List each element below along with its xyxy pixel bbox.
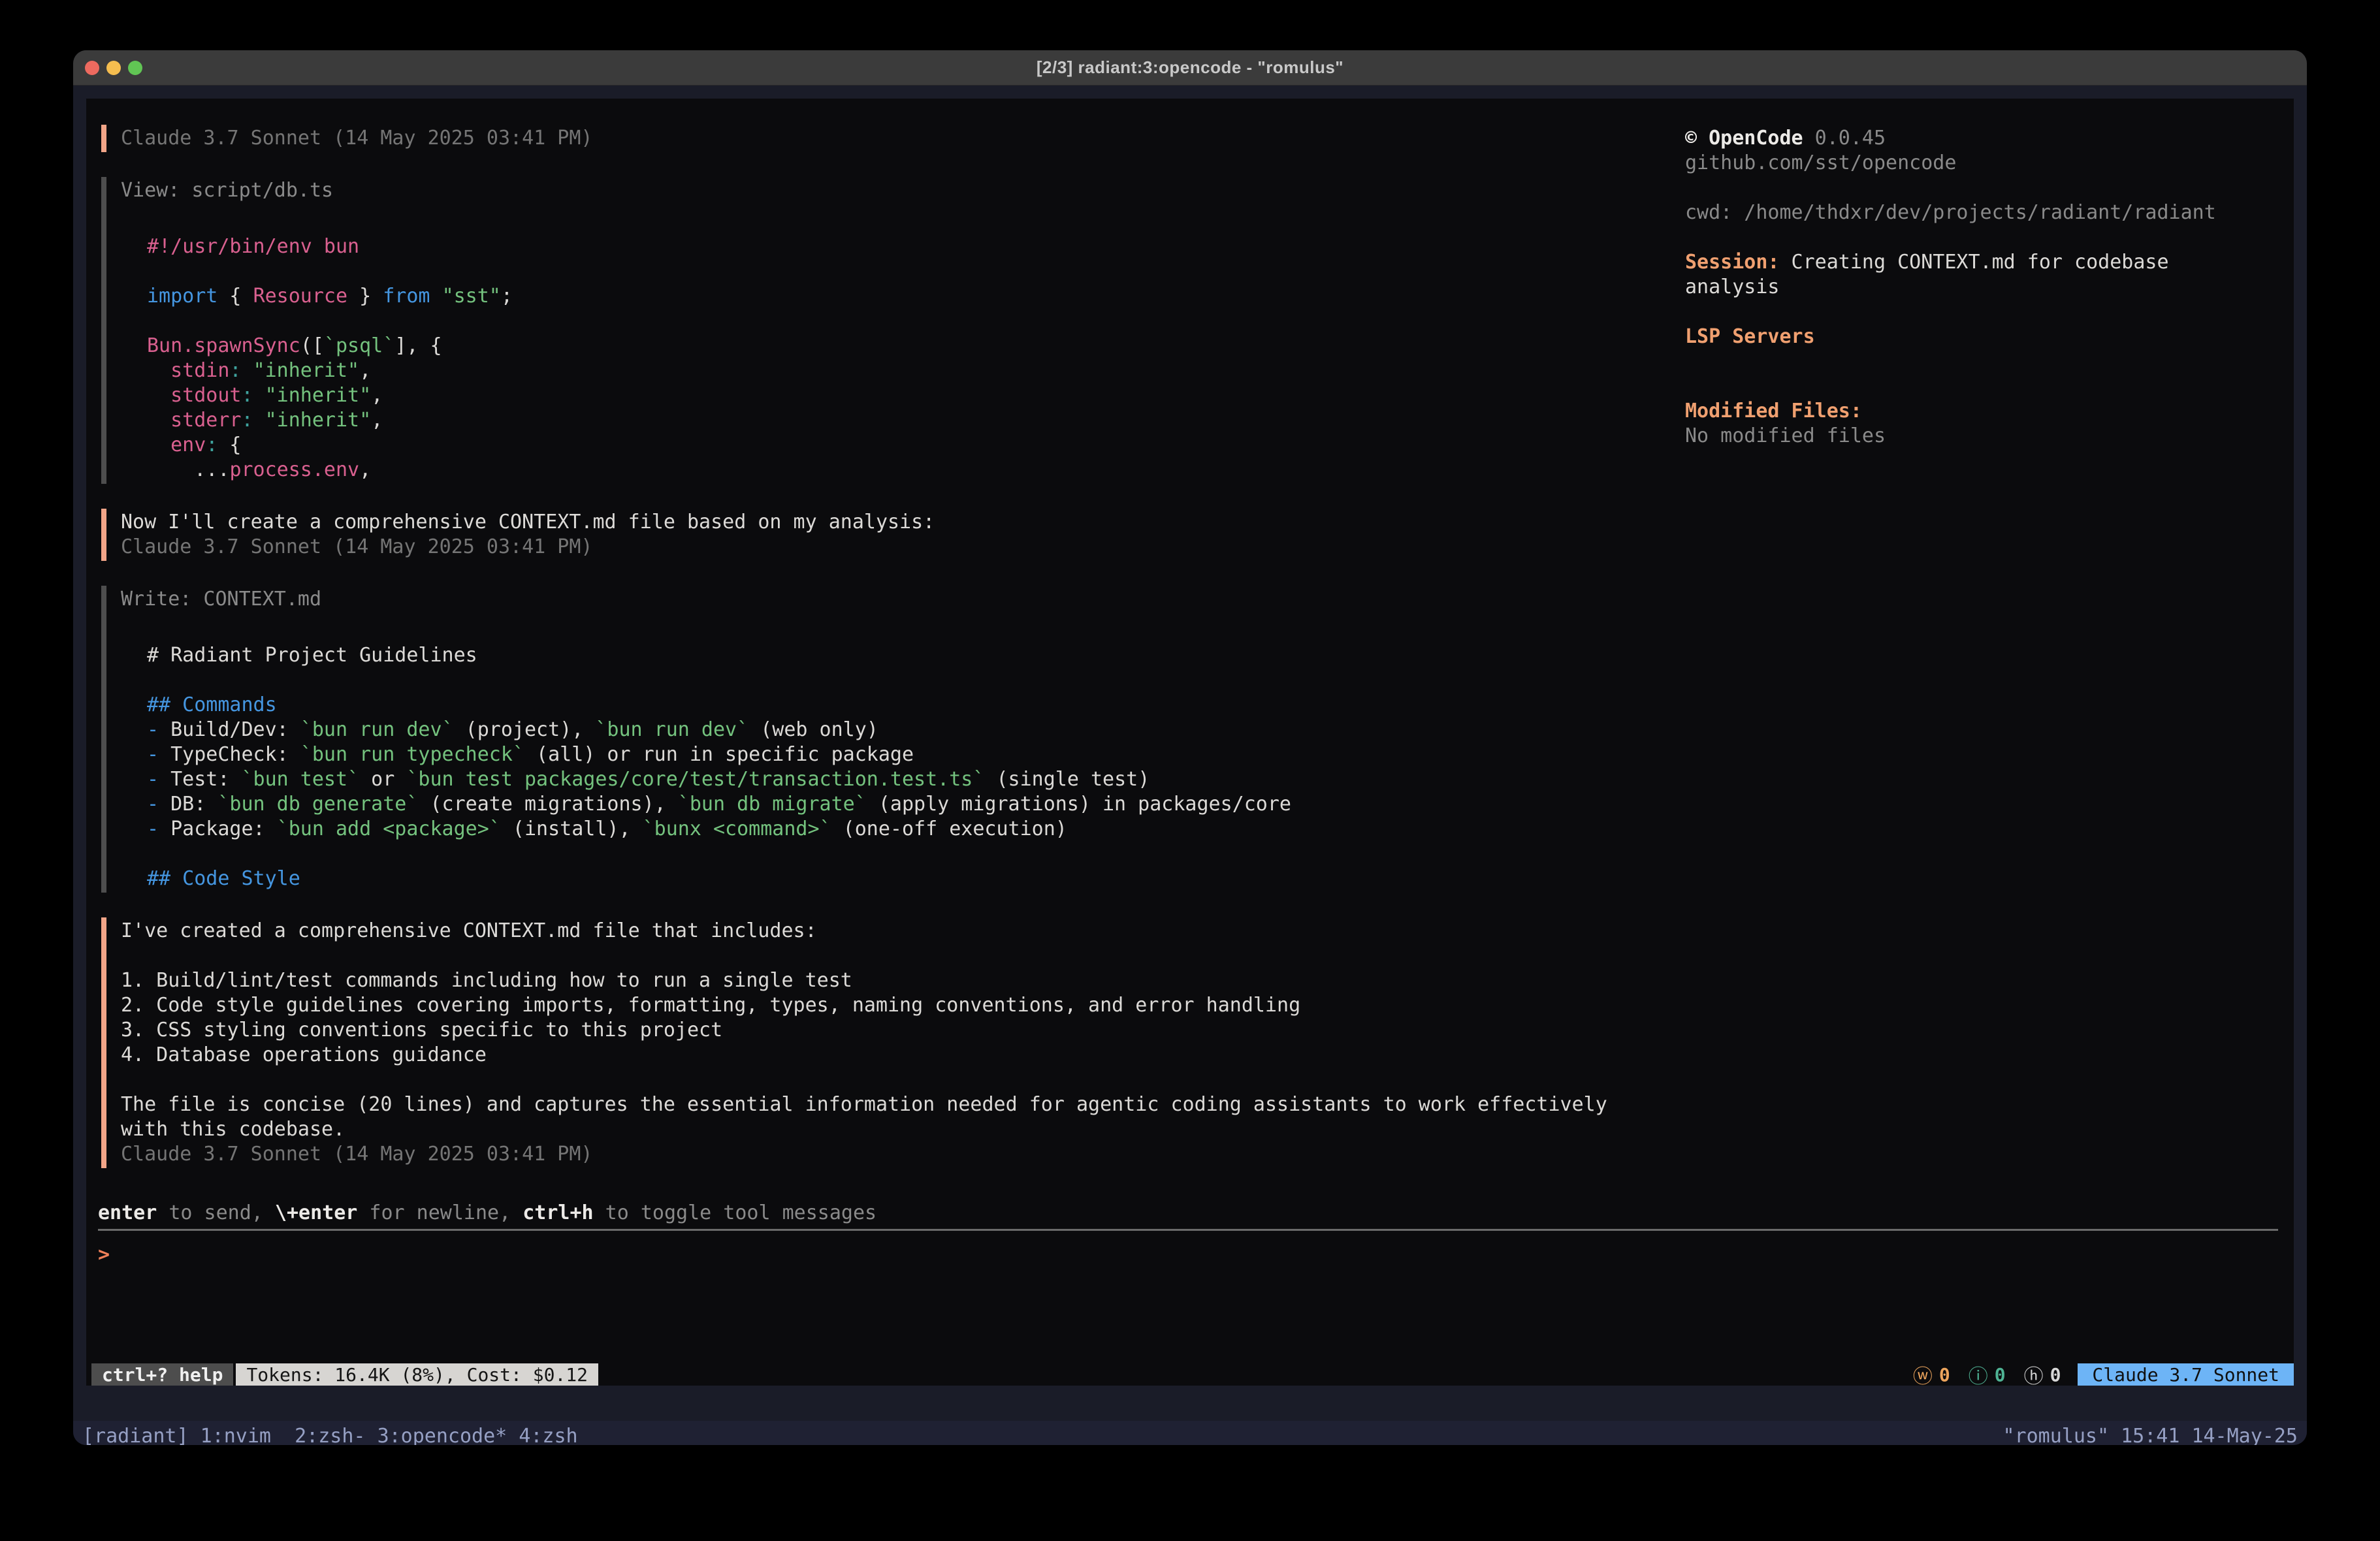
keybind-hints: enter to send, \+enter for newline, ctrl… [98, 1201, 2278, 1226]
tmux-window-nvim[interactable]: 1:nvim [201, 1425, 295, 1446]
tmux-window-zsh-4[interactable]: 4:zsh [519, 1425, 577, 1446]
opencode-brand: © OpenCode 0.0.45github.com/sst/opencode [1685, 126, 2286, 176]
lsp-servers-heading: LSP Servers [1685, 325, 2286, 349]
info-sidebar: © OpenCode 0.0.45github.com/sst/opencode… [1685, 126, 2286, 449]
tmux-session-name: [radiant] [82, 1425, 201, 1446]
prompt-input[interactable]: > [98, 1243, 2278, 1267]
tool-title: View: script/db.ts [121, 178, 1656, 228]
window-title: [2/3] radiant:3:opencode - "romulus" [1037, 57, 1343, 78]
help-keybind-chip[interactable]: ctrl+? help [91, 1363, 233, 1386]
tool-title: Write: CONTEXT.md [121, 587, 1656, 637]
cwd-line: cwd: /home/thdxr/dev/projects/radiant/ra… [1685, 200, 2286, 225]
markdown-preview-context-md: # Radiant Project Guidelines ## Commands… [121, 643, 1656, 891]
traffic-lights [85, 50, 142, 86]
message-body: I've created a comprehensive CONTEXT.md … [121, 919, 1656, 1167]
message-summary: I've created a comprehensive CONTEXT.md … [101, 917, 1656, 1168]
tmux-window-list: [radiant] 1:nvim 2:zsh- 3:opencode* 4:zs… [82, 1425, 578, 1446]
status-indicators: ⓦ0 ⓘ0 ⓗ0 [1903, 1363, 2061, 1386]
warnings-indicator: ⓦ0 [1913, 1360, 1950, 1389]
tokens-cost-chip: Tokens: 16.4K (8%), Cost: $0.12 [236, 1363, 598, 1386]
status-spacer [598, 1363, 1903, 1386]
terminal-window: [2/3] radiant:3:opencode - "romulus" Cla… [73, 50, 2307, 1445]
status-bar: ctrl+? help Tokens: 16.4K (8%), Cost: $0… [86, 1363, 2294, 1386]
info-indicator: ⓘ0 [1969, 1360, 2006, 1389]
circled-h-icon: ⓗ [2024, 1360, 2044, 1389]
hints-indicator: ⓗ0 [2024, 1360, 2061, 1389]
hints-count: 0 [2050, 1364, 2061, 1386]
message-meta: Claude 3.7 Sonnet (14 May 2025 03:41 PM) [121, 126, 1656, 151]
session-info: Session: Creating CONTEXT.md for codebas… [1685, 250, 2286, 300]
tool-view-db-ts: View: script/db.ts #!/usr/bin/env bun im… [101, 177, 1656, 484]
message-now-create-context: Now I'll create a comprehensive CONTEXT.… [101, 509, 1656, 561]
code-snippet-db-ts: #!/usr/bin/env bun import { Resource } f… [121, 234, 1656, 483]
warnings-count: 0 [1939, 1364, 1950, 1386]
tool-write-context-md: Write: CONTEXT.md # Radiant Project Guid… [101, 586, 1656, 893]
circled-w-icon: ⓦ [1913, 1360, 1933, 1389]
opencode-tui: Claude 3.7 Sonnet (14 May 2025 03:41 PM)… [86, 99, 2294, 1386]
close-button[interactable] [85, 61, 99, 75]
tmux-window-zsh-2[interactable]: 2:zsh- [295, 1425, 377, 1446]
message-body: Now I'll create a comprehensive CONTEXT.… [121, 510, 1656, 560]
minimize-button[interactable] [106, 61, 121, 75]
info-count: 0 [1995, 1364, 2006, 1386]
chat-history: Claude 3.7 Sonnet (14 May 2025 03:41 PM)… [101, 125, 1656, 1168]
tmux-host-clock: "romulus" 15:41 14-May-25 [2002, 1425, 2298, 1446]
composer: enter to send, \+enter for newline, ctrl… [98, 1201, 2278, 1267]
tmux-status-bar: [radiant] 1:nvim 2:zsh- 3:opencode* 4:zs… [73, 1421, 2307, 1445]
modified-files-section: Modified Files:No modified files [1685, 399, 2286, 449]
prompt-chevron-icon: > [98, 1243, 110, 1266]
model-badge: Claude 3.7 Sonnet [2078, 1363, 2294, 1386]
composer-divider [98, 1229, 2278, 1231]
circled-i-icon: ⓘ [1969, 1360, 1988, 1389]
message-claude-timestamp-1: Claude 3.7 Sonnet (14 May 2025 03:41 PM) [101, 125, 1656, 152]
tmux-window-opencode[interactable]: 3:opencode* [378, 1425, 519, 1446]
window-titlebar: [2/3] radiant:3:opencode - "romulus" [73, 50, 2307, 86]
zoom-button[interactable] [128, 61, 142, 75]
